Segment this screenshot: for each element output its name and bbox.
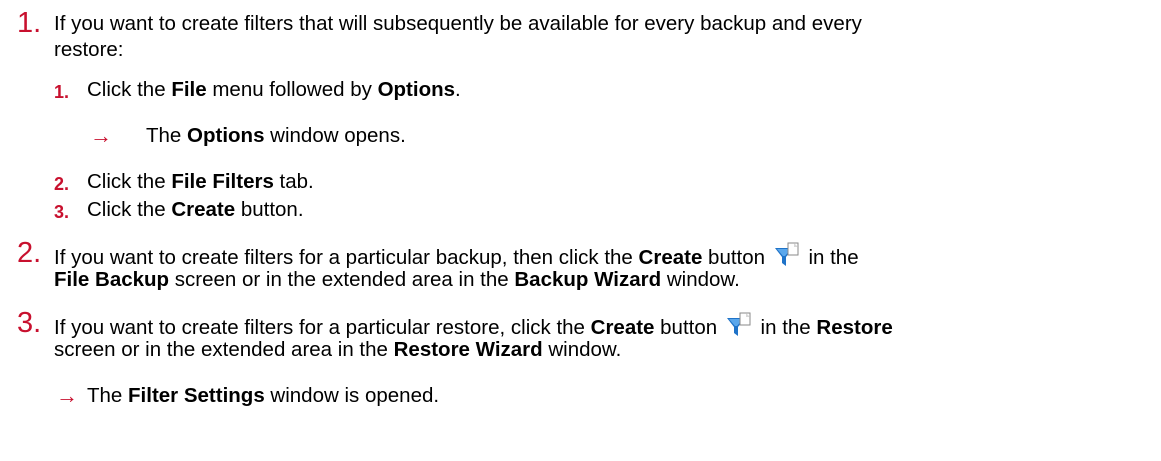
substep-2-post: tab. (273, 170, 314, 193)
step-number-2: 2. (17, 237, 42, 269)
step-2-line-1: If you want to create filters for a part… (54, 242, 859, 270)
step-3-create: Create (590, 316, 655, 339)
step-1-intro-cont-text: restore: (54, 38, 124, 61)
step-2-l2-mid: screen or in the extended area in the (169, 268, 515, 291)
result-arrow-icon: → (90, 123, 112, 148)
substep-3-create: Create (171, 198, 236, 221)
step-3-line-2: screen or in the extended area in the Re… (54, 338, 621, 362)
step-2-create: Create (638, 246, 703, 269)
step-2-pre: If you want to create filters for a part… (54, 246, 639, 269)
substep-1-pre: Click the (87, 78, 172, 101)
result-pre: The (146, 124, 188, 147)
step-1-intro-cont: restore: (54, 38, 124, 62)
substep-3-post: button. (235, 198, 304, 221)
step-1-intro: If you want to create filters that will … (54, 12, 862, 35)
substep-3-text: Click the Create button. (87, 198, 304, 222)
step-2-backup-wizard: Backup Wizard (514, 268, 662, 291)
step-3-restore-wizard: Restore Wizard (393, 338, 543, 361)
step-2-line-2: File Backup screen or in the extended ar… (54, 268, 740, 292)
final-post: window is opened. (264, 384, 440, 407)
step-3-line-1: If you want to create filters for a part… (54, 312, 893, 340)
step-1-text: If you want to create filters that will … (54, 12, 862, 36)
step-2-mid: button (702, 246, 766, 269)
final-arrow-icon: → (56, 383, 78, 408)
substep-2-pre: Click the (87, 170, 172, 193)
step-2-post: in the (802, 246, 859, 269)
filter-create-icon (726, 312, 751, 336)
filter-create-icon (774, 242, 799, 266)
step-3-restore: Restore (816, 316, 893, 339)
substep-1-file: File (171, 78, 207, 101)
substep-number-1: 1. (54, 82, 70, 102)
substep-2-text: Click the File Filters tab. (87, 170, 314, 194)
final-filter-settings: Filter Settings (128, 384, 265, 407)
substep-number-2: 2. (54, 174, 70, 194)
substep-1-text: Click the File menu followed by Options. (87, 78, 461, 102)
document-page: 1. If you want to create filters that wi… (0, 0, 1161, 461)
step-3-between: in the (754, 316, 817, 339)
substep-1-post: . (455, 78, 461, 101)
result-options: Options (187, 124, 265, 147)
step-3-mid: button (654, 316, 718, 339)
step-3-l2-pre: screen or in the extended area in the (54, 338, 394, 361)
substep-3-pre: Click the (87, 198, 172, 221)
step-2-l2-post: window. (661, 268, 740, 291)
substep-number-3: 3. (54, 202, 70, 222)
result-options-text: The Options window opens. (146, 124, 406, 148)
step-number-1: 1. (17, 7, 42, 39)
step-3-l2-post: window. (542, 338, 622, 361)
result-post: window opens. (264, 124, 406, 147)
substep-1-options: Options (377, 78, 456, 101)
substep-2-file-filters: File Filters (171, 170, 274, 193)
substep-1-mid: menu followed by (206, 78, 378, 101)
final-result-text: The Filter Settings window is opened. (87, 384, 439, 408)
step-2-file-backup: File Backup (54, 268, 170, 291)
step-3-pre: If you want to create filters for a part… (54, 316, 591, 339)
step-number-3: 3. (17, 307, 42, 339)
final-pre: The (87, 384, 129, 407)
